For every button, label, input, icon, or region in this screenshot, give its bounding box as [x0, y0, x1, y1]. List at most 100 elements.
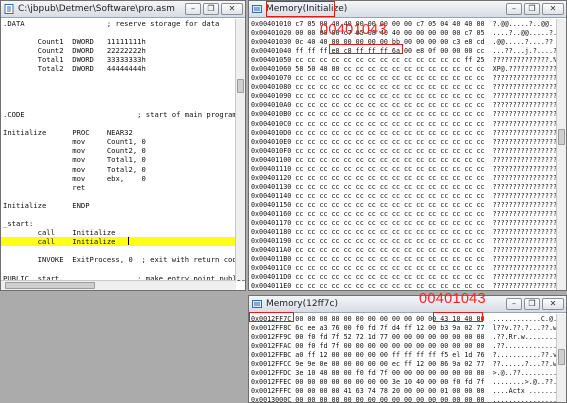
code-line[interactable]	[3, 28, 245, 37]
memory-row[interactable]: 0x00401060 58 50 40 00 cc cc cc cc cc cc…	[251, 65, 557, 74]
code-line[interactable]: mov Count1, 0	[3, 137, 245, 146]
memory2-vertical-scrollbar[interactable]	[556, 314, 566, 402]
editor-hscroll-thumb[interactable]	[5, 282, 95, 289]
close-button[interactable]: ✕	[542, 298, 564, 310]
memory-row[interactable]: 0x0012FFBC a0 ff 12 00 00 00 00 00 ff ff…	[251, 351, 557, 360]
memory-row[interactable]: 0x0012FF9C 00 f0 fd 7f 52 72 1d 77 00 00…	[251, 333, 557, 342]
memory1-dump[interactable]: 0x00401010 c7 05 00 40 40 00 00 00 00 00…	[251, 20, 557, 290]
code-line[interactable]: .DATA ; reserve storage for data	[3, 19, 245, 28]
memory2-vscroll-thumb[interactable]	[558, 349, 565, 365]
code-line[interactable]: .CODE ; start of main program cod	[3, 109, 246, 119]
minimize-button[interactable]: –	[506, 3, 522, 15]
memory2-title: Memory(12ff7c)	[266, 299, 338, 309]
editor-title: C:\jbpub\Detmer\Software\pro.asm	[18, 4, 175, 14]
memory-row[interactable]: 0x004010B0 cc cc cc cc cc cc cc cc cc cc…	[251, 110, 557, 119]
memory-row[interactable]: 0x0012FF7C 00 00 00 00 00 00 00 00 00 00…	[251, 315, 557, 324]
memory1-address-annotation: 00401043	[320, 22, 387, 38]
memory-row[interactable]: 0x00401170 cc cc cc cc cc cc cc cc cc cc…	[251, 219, 557, 228]
memory-row[interactable]: 0x0013000C 00 00 00 00 00 00 00 00 00 00…	[251, 396, 557, 402]
editor-horizontal-scrollbar[interactable]	[1, 280, 236, 290]
memory-row[interactable]: 0x00401190 cc cc cc cc cc cc cc cc cc cc…	[251, 237, 557, 246]
restore-button[interactable]: ❐	[524, 3, 540, 15]
code-line-text: Count1 DWORD 11111111h	[3, 37, 146, 47]
source-code-area[interactable]: .DATA ; reserve storage for data Count1 …	[1, 19, 246, 290]
code-line[interactable]	[3, 74, 245, 83]
code-line[interactable]: Count1 DWORD 11111111h	[3, 37, 245, 47]
memory-row[interactable]: 0x0012FFEC 00 00 00 00 00 00 00 00 3e 10…	[251, 378, 557, 387]
code-line[interactable]: Total1 DWORD 33333333h	[3, 55, 245, 64]
code-line[interactable]	[3, 101, 245, 110]
code-line[interactable]	[3, 246, 245, 255]
minimize-button[interactable]: –	[185, 3, 201, 15]
code-line-text: .CODE ; start of main program cod	[3, 109, 246, 119]
editor-vscroll-thumb[interactable]	[237, 79, 244, 93]
memory-row[interactable]: 0x0012FFDC 3e 10 40 00 00 f0 fd 7f 00 00…	[251, 369, 557, 378]
memory-row[interactable]: 0x004010D0 cc cc cc cc cc cc cc cc cc cc…	[251, 129, 557, 138]
code-line[interactable]: Total2 DWORD 44444444h	[3, 64, 245, 73]
memory-row[interactable]: 0x004010A0 cc cc cc cc cc cc cc cc cc cc…	[251, 101, 557, 110]
code-line[interactable]: INVOKE ExitProcess, 0 ; exit with return…	[3, 255, 245, 264]
code-line-text: .DATA ; reserve storage for data	[3, 19, 220, 28]
code-line-text: mov Count2, 0	[3, 146, 146, 156]
memory-row[interactable]: 0x00401070 cc cc cc cc cc cc cc cc cc cc…	[251, 74, 557, 83]
memory-row[interactable]: 0x00401050 cc cc cc cc cc cc cc cc cc cc…	[251, 56, 557, 65]
code-line[interactable]	[3, 192, 245, 201]
memory-row[interactable]: 0x00401030 0c 40 40 00 00 00 00 00 bb 00…	[251, 38, 557, 47]
memory-row[interactable]: 0x00401150 cc cc cc cc cc cc cc cc cc cc…	[251, 201, 557, 210]
code-line[interactable]: mov ebx, 0	[3, 174, 245, 183]
restore-button[interactable]: ❐	[524, 298, 540, 310]
current-line[interactable]: call Initialize	[1, 237, 243, 247]
editor-titlebar[interactable]: C:\jbpub\Detmer\Software\pro.asm – ❐ ✕	[1, 1, 245, 18]
code-line[interactable]	[3, 265, 245, 274]
code-line[interactable]: _start:	[3, 219, 245, 228]
code-line[interactable]: mov Total1, 0	[3, 155, 245, 164]
code-line[interactable]: mov Total2, 0	[3, 165, 245, 174]
memory-row[interactable]: 0x004011B0 cc cc cc cc cc cc cc cc cc cc…	[251, 255, 557, 264]
code-line[interactable]	[3, 83, 245, 92]
memory2-titlebar[interactable]: Memory(12ff7c) – ❐ ✕	[249, 296, 566, 313]
memory-row[interactable]: 0x004011D0 cc cc cc cc cc cc cc cc cc cc…	[251, 273, 557, 282]
memory-row[interactable]: 0x0012FF8C 6c ee a3 76 00 f0 fd 7f d4 ff…	[251, 324, 557, 333]
memory-row[interactable]: 0x004011A0 cc cc cc cc cc cc cc cc cc cc…	[251, 246, 557, 255]
memory-row[interactable]: 0x00401130 cc cc cc cc cc cc cc cc cc cc…	[251, 183, 557, 192]
memory-row[interactable]: 0x0012FFCC 9e 9e 0e 00 00 00 00 00 ec ff…	[251, 360, 557, 369]
code-line[interactable]	[3, 119, 245, 128]
code-line[interactable]: mov Count2, 0	[3, 146, 245, 156]
memory-row[interactable]: 0x00401110 cc cc cc cc cc cc cc cc cc cc…	[251, 165, 557, 174]
restore-button[interactable]: ❐	[203, 3, 219, 15]
memory-row[interactable]: 0x004011C0 cc cc cc cc cc cc cc cc cc cc…	[251, 264, 557, 273]
code-line[interactable]: call Initialize	[3, 228, 245, 237]
code-line[interactable]: ret	[3, 182, 245, 192]
code-line[interactable]: Initialize ENDP	[3, 201, 245, 210]
document-icon	[4, 4, 14, 14]
close-button[interactable]: ✕	[542, 3, 564, 15]
memory-row[interactable]: 0x00401180 cc cc cc cc cc cc cc cc cc cc…	[251, 228, 557, 237]
memory-row[interactable]: 0x00401010 c7 05 00 40 40 00 00 00 00 00…	[251, 20, 557, 29]
memory-stack-window: Memory(12ff7c) – ❐ ✕ 0x0012FF7C 00 00 00…	[248, 295, 567, 403]
code-line[interactable]	[3, 210, 245, 219]
memory2-dump[interactable]: 0x0012FF7C 00 00 00 00 00 00 00 00 00 00…	[251, 315, 557, 402]
memory-row[interactable]: 0x00401160 cc cc cc cc cc cc cc cc cc cc…	[251, 210, 557, 219]
memory-row[interactable]: 0x00401080 cc cc cc cc cc cc cc cc cc cc…	[251, 83, 557, 92]
code-line[interactable]: Initialize PROC NEAR32	[3, 128, 245, 137]
memory-row[interactable]: 0x004010F0 cc cc cc cc cc cc cc cc cc cc…	[251, 147, 557, 156]
code-line[interactable]: Count2 DWORD 22222222h	[3, 46, 245, 55]
code-line[interactable]	[3, 92, 245, 101]
memory-row[interactable]: 0x00401100 cc cc cc cc cc cc cc cc cc cc…	[251, 156, 557, 165]
memory-row[interactable]: 0x0012FFAC 00 f0 fd 7f 00 00 00 00 00 00…	[251, 342, 557, 351]
memory-row[interactable]: 0x004010E0 cc cc cc cc cc cc cc cc cc cc…	[251, 138, 557, 147]
memory-row[interactable]: 0x004011E0 cc cc cc cc cc cc cc cc cc cc…	[251, 282, 557, 290]
memory-row[interactable]: 0x004010C0 cc cc cc cc cc cc cc cc cc cc…	[251, 120, 557, 129]
memory-row[interactable]: 0x00401140 cc cc cc cc cc cc cc cc cc cc…	[251, 192, 557, 201]
editor-vertical-scrollbar[interactable]	[235, 19, 245, 280]
code-line-text: ret	[3, 182, 86, 192]
minimize-button[interactable]: –	[506, 298, 522, 310]
close-button[interactable]: ✕	[221, 3, 243, 15]
memory-row[interactable]: 0x00401020 00 00 00 00 c7 05 08 40 40 00…	[251, 29, 557, 38]
memory-row[interactable]: 0x00401120 cc cc cc cc cc cc cc cc cc cc…	[251, 174, 557, 183]
memory1-vertical-scrollbar[interactable]	[556, 19, 566, 290]
memory-row[interactable]: 0x00401040 ff ff ff e8 c8 ff ff ff 6a 00…	[251, 47, 557, 56]
memory-row[interactable]: 0x0012FFFC 00 00 00 00 41 63 74 78 20 00…	[251, 387, 557, 396]
memory1-vscroll-thumb[interactable]	[558, 129, 565, 145]
memory-row[interactable]: 0x00401090 cc cc cc cc cc cc cc cc cc cc…	[251, 92, 557, 101]
